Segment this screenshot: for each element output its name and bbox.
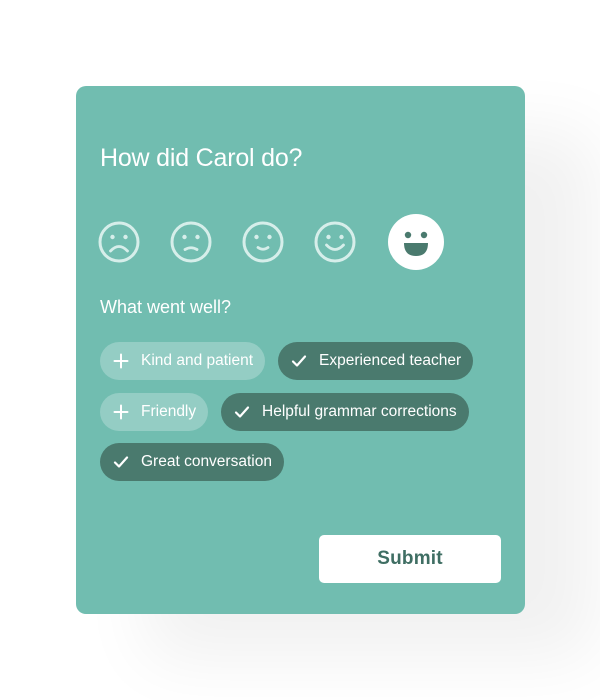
rating-faces — [98, 212, 458, 272]
very-sad-face-icon[interactable] — [98, 221, 140, 263]
sad-face-icon[interactable] — [170, 221, 212, 263]
page: How did Carol do? What went well? Kind a… — [0, 0, 600, 700]
submit-button[interactable]: Submit — [319, 535, 501, 583]
rating-card: How did Carol do? What went well? Kind a… — [76, 86, 525, 614]
check-icon — [112, 453, 130, 471]
tag-label: Helpful grammar corrections — [262, 403, 457, 420]
tag-helpful-grammar-corrections[interactable]: Helpful grammar corrections — [221, 393, 469, 431]
tag-experienced-teacher[interactable]: Experienced teacher — [278, 342, 474, 380]
feedback-question: What went well? — [100, 297, 232, 317]
slight-smile-face-icon[interactable] — [242, 221, 284, 263]
tag-kind-and-patient[interactable]: Kind and patient — [100, 342, 266, 380]
tag-label: Kind and patient — [141, 352, 254, 369]
rating-title: How did Carol do? — [100, 144, 303, 172]
tag-great-conversation[interactable]: Great conversation — [100, 443, 284, 481]
check-icon — [290, 352, 308, 370]
plus-icon — [112, 403, 130, 421]
big-grin-face-icon[interactable] — [388, 214, 444, 270]
tag-label: Experienced teacher — [319, 352, 462, 369]
tag-label: Great conversation — [141, 453, 272, 470]
plus-icon — [112, 352, 130, 370]
check-icon — [233, 403, 251, 421]
tag-label: Friendly — [141, 403, 197, 420]
tag-friendly[interactable]: Friendly — [100, 393, 209, 431]
smile-face-icon[interactable] — [314, 221, 356, 263]
